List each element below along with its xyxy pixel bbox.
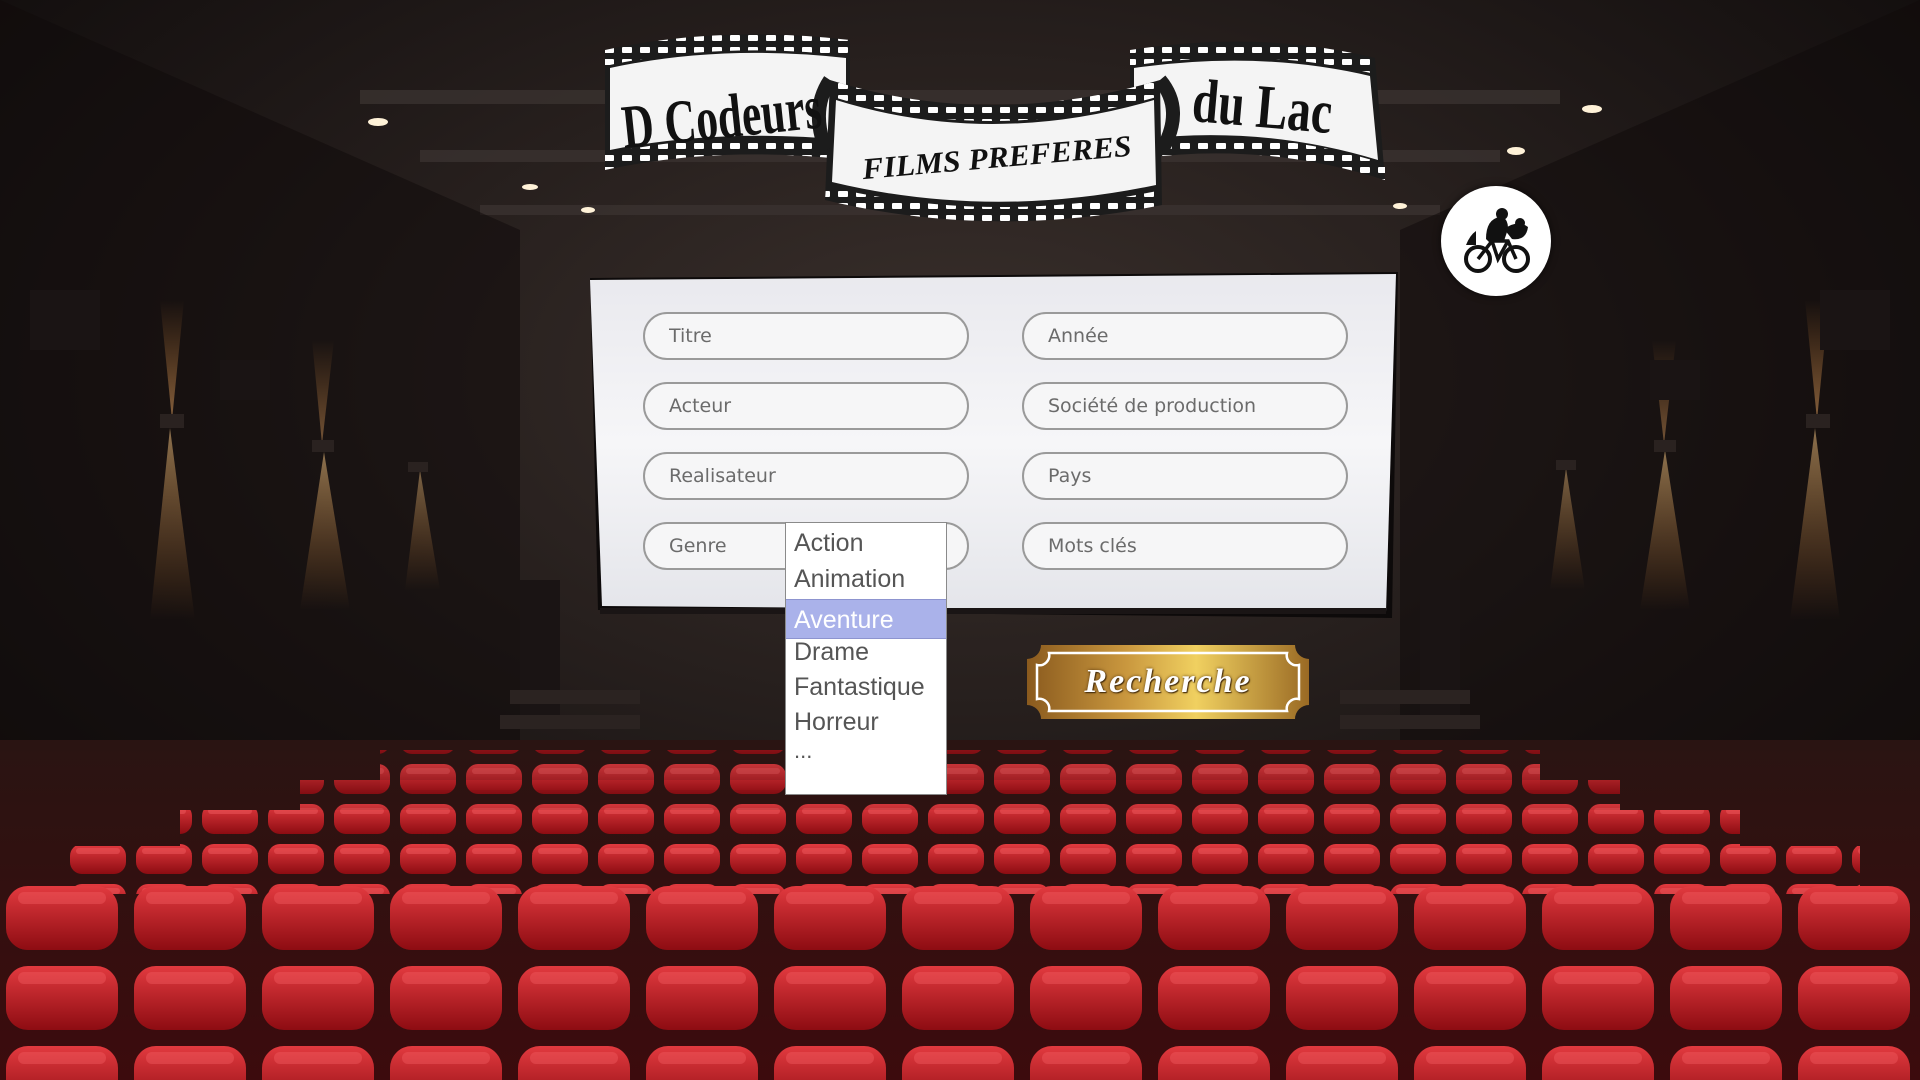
search-button[interactable]: Recherche (1027, 645, 1309, 719)
genre-dropdown-list[interactable]: Action Animation Aventure Drame Fantasti… (785, 522, 947, 795)
avatar[interactable] (1441, 186, 1551, 296)
societe-production-input[interactable] (1022, 382, 1348, 430)
site-logo: D Codeurs du Lac FILMS PREFERES (605, 34, 1385, 222)
genre-option-action[interactable]: Action (786, 527, 946, 559)
logo-right-text: du Lac (1190, 67, 1335, 147)
genre-option-drame[interactable]: Drame (786, 636, 946, 668)
genre-option-aventure[interactable]: Aventure (786, 599, 946, 639)
annee-input[interactable] (1022, 312, 1348, 360)
et-bicycle-icon (1464, 208, 1530, 273)
cinema-scene: D Codeurs du Lac FILMS PREFERES Action A… (0, 0, 1920, 1080)
mots-cles-input[interactable] (1022, 522, 1348, 570)
titre-input[interactable] (643, 312, 969, 360)
genre-option-fantastique[interactable]: Fantastique (786, 671, 946, 703)
realisateur-input[interactable] (643, 452, 969, 500)
pays-input[interactable] (1022, 452, 1348, 500)
genre-option-more[interactable]: ... (786, 736, 946, 766)
genre-option-horreur[interactable]: Horreur (786, 706, 946, 738)
genre-option-animation[interactable]: Animation (786, 563, 946, 595)
search-button-label: Recherche (1084, 663, 1252, 700)
acteur-input[interactable] (643, 382, 969, 430)
